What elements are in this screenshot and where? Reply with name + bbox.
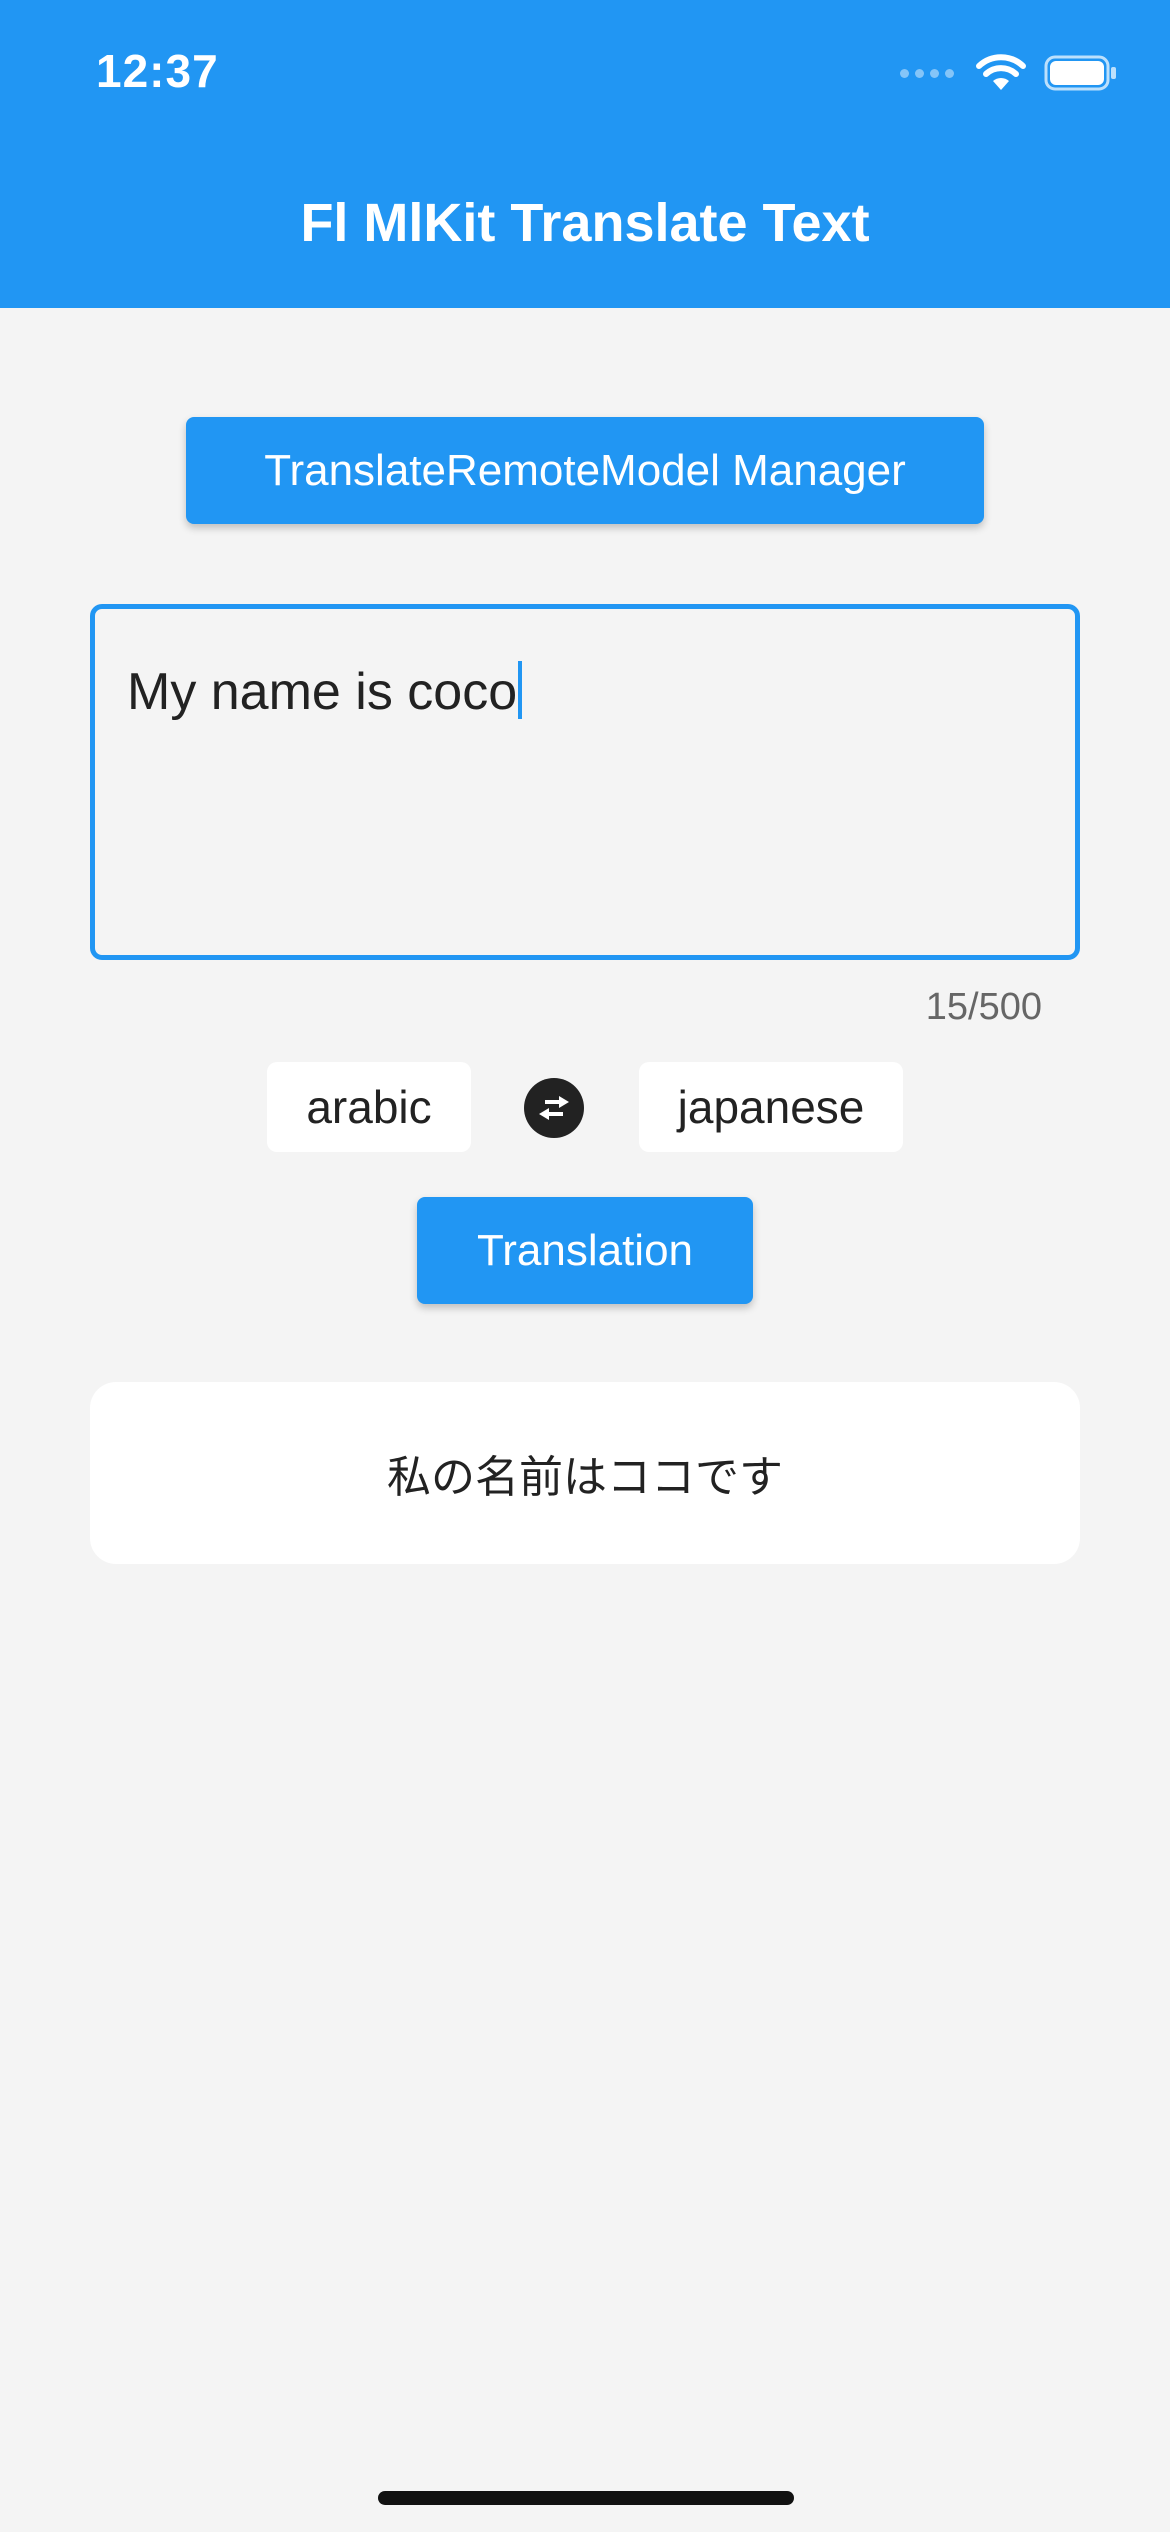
app-title: Fl MlKit Translate Text bbox=[300, 193, 870, 253]
translation-result-card: 私の名前はココです bbox=[90, 1382, 1080, 1564]
signal-dots-icon bbox=[900, 68, 954, 78]
battery-icon bbox=[1044, 55, 1116, 91]
character-counter: 15/500 bbox=[925, 986, 1042, 1028]
status-icons bbox=[900, 54, 1118, 92]
target-language-selector[interactable]: japanese bbox=[639, 1062, 903, 1152]
status-time: 12:37 bbox=[96, 45, 219, 97]
source-text-value: My name is coco bbox=[127, 663, 518, 721]
swap-horizontal-icon bbox=[539, 1096, 569, 1120]
source-language-selector[interactable]: arabic bbox=[267, 1062, 471, 1152]
text-caret bbox=[518, 661, 523, 719]
wifi-icon bbox=[976, 54, 1026, 90]
source-text-input[interactable]: My name is coco bbox=[90, 604, 1080, 960]
translate-remote-model-manager-button[interactable]: TranslateRemoteModel Manager bbox=[186, 417, 984, 524]
translation-button[interactable]: Translation bbox=[417, 1197, 753, 1304]
app-bar: 12:37 Fl MlKit Translate Text bbox=[0, 0, 1170, 308]
source-language-label: arabic bbox=[306, 1081, 432, 1133]
home-indicator[interactable] bbox=[378, 2491, 794, 2505]
swap-languages-button[interactable] bbox=[524, 1078, 584, 1138]
translation-result-text: 私の名前はココです bbox=[387, 1452, 783, 1503]
target-language-label: japanese bbox=[677, 1081, 865, 1133]
